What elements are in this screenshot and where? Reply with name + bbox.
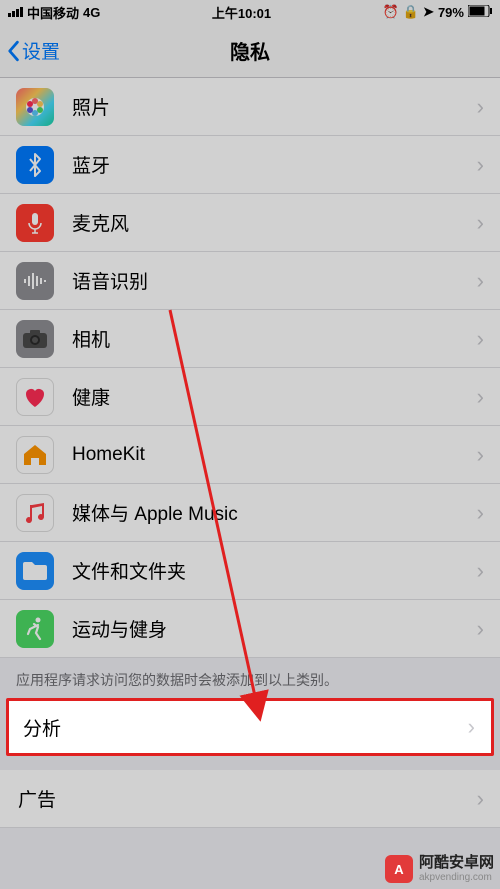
row-label-files-folders: 文件和文件夹	[72, 557, 477, 584]
chevron-right-icon: ›	[477, 500, 484, 526]
carrier-label: 中国移动	[27, 3, 79, 22]
battery-percent: 79%	[438, 5, 464, 20]
location-icon: ➤	[423, 4, 434, 20]
row-label-bluetooth: 蓝牙	[72, 151, 477, 178]
health-icon	[16, 378, 54, 416]
media-music-icon	[16, 494, 54, 532]
row-microphone[interactable]: 麦克风›	[0, 194, 500, 252]
row-analytics[interactable]: 分析 ›	[6, 698, 494, 756]
row-label-speech-recognition: 语音识别	[72, 267, 477, 294]
chevron-right-icon: ›	[477, 616, 484, 642]
row-speech-recognition[interactable]: 语音识别›	[0, 252, 500, 310]
row-bluetooth[interactable]: 蓝牙›	[0, 136, 500, 194]
nav-bar: 设置 隐私	[0, 24, 500, 78]
chevron-right-icon: ›	[477, 152, 484, 178]
chevron-right-icon: ›	[477, 94, 484, 120]
photos-icon	[16, 88, 54, 126]
row-label-analytics: 分析	[23, 714, 468, 741]
chevron-right-icon: ›	[477, 210, 484, 236]
chevron-left-icon	[6, 40, 20, 62]
homekit-icon	[16, 436, 54, 474]
signal-icon	[8, 7, 23, 17]
row-label-microphone: 麦克风	[72, 209, 477, 236]
watermark-icon: A	[385, 855, 413, 883]
battery-icon	[468, 5, 492, 20]
files-folders-icon	[16, 552, 54, 590]
row-homekit[interactable]: HomeKit›	[0, 426, 500, 484]
row-label-camera: 相机	[72, 325, 477, 352]
motion-fitness-icon	[16, 610, 54, 648]
watermark: A 阿酷安卓网 akpvending.com	[385, 855, 494, 883]
row-label-health: 健康	[72, 383, 477, 410]
row-photos[interactable]: 照片›	[0, 78, 500, 136]
back-label: 设置	[22, 37, 60, 64]
chevron-right-icon: ›	[477, 384, 484, 410]
status-time: 上午10:01	[212, 3, 271, 22]
network-label: 4G	[83, 5, 100, 20]
row-label-homekit: HomeKit	[72, 444, 477, 466]
page-title: 隐私	[230, 36, 270, 65]
row-label-advertising: 广告	[18, 785, 477, 812]
footer-text: 应用程序请求访问您的数据时会被添加到以上类别。	[0, 658, 500, 698]
watermark-url: akpvending.com	[419, 872, 494, 883]
camera-icon	[16, 320, 54, 358]
lock-icon: 🔒	[403, 4, 419, 20]
chevron-right-icon: ›	[477, 442, 484, 468]
alarm-icon: ⏰	[383, 4, 399, 20]
row-health[interactable]: 健康›	[0, 368, 500, 426]
back-button[interactable]: 设置	[0, 37, 60, 64]
row-camera[interactable]: 相机›	[0, 310, 500, 368]
bluetooth-icon	[16, 146, 54, 184]
row-advertising[interactable]: 广告 ›	[0, 770, 500, 828]
speech-recognition-icon	[16, 262, 54, 300]
chevron-right-icon: ›	[477, 326, 484, 352]
microphone-icon	[16, 204, 54, 242]
watermark-title: 阿酷安卓网	[419, 855, 494, 872]
chevron-right-icon: ›	[477, 558, 484, 584]
chevron-right-icon: ›	[477, 786, 484, 812]
chevron-right-icon: ›	[477, 268, 484, 294]
row-label-motion-fitness: 运动与健身	[72, 615, 477, 642]
row-label-media-music: 媒体与 Apple Music	[72, 499, 477, 526]
chevron-right-icon: ›	[468, 714, 475, 740]
row-motion-fitness[interactable]: 运动与健身›	[0, 600, 500, 658]
row-files-folders[interactable]: 文件和文件夹›	[0, 542, 500, 600]
row-media-music[interactable]: 媒体与 Apple Music›	[0, 484, 500, 542]
status-bar: 中国移动 4G 上午10:01 ⏰ 🔒 ➤ 79%	[0, 0, 500, 24]
row-label-photos: 照片	[72, 93, 477, 120]
